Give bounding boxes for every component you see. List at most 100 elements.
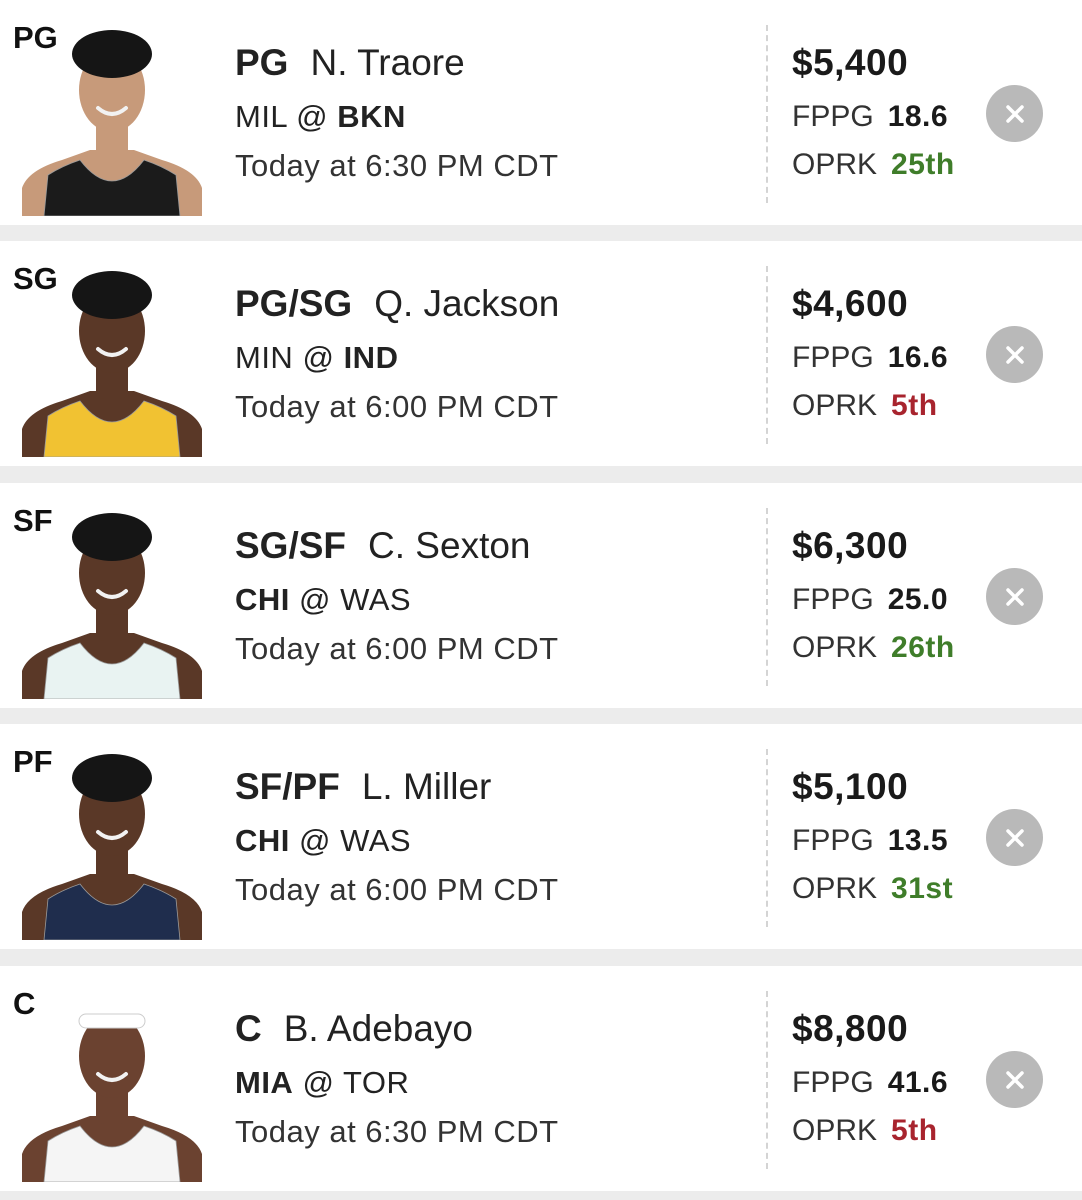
away-team: MIN (235, 340, 294, 375)
fppg-label: FPPG (792, 583, 874, 616)
oprk-value: 5th (891, 389, 938, 422)
oprk-value: 25th (891, 148, 955, 181)
lineup-list: PG PG N. Traore MIL @ BKN Today at 6:30 P… (0, 0, 1082, 1200)
fppg-stat: FPPG 13.5 (792, 824, 948, 858)
remove-player-button[interactable] (986, 326, 1043, 383)
lineup-row-c[interactable]: C C B. Adebayo MIA @ TOR Today at 6:30 PM… (0, 966, 1082, 1191)
matchup: MIN @ IND (235, 340, 398, 376)
close-icon (1005, 345, 1024, 364)
player-photo (22, 493, 202, 699)
away-team: MIA (235, 1065, 294, 1100)
fppg-label: FPPG (792, 1066, 874, 1099)
close-icon (1005, 104, 1024, 123)
fppg-value: 18.6 (887, 100, 949, 133)
away-team: CHI (235, 823, 290, 858)
oprk-label: OPRK (792, 148, 878, 181)
fppg-label: FPPG (792, 824, 874, 857)
remove-player-button[interactable] (986, 809, 1043, 866)
close-icon (1005, 587, 1024, 606)
lineup-row-sf[interactable]: SF SG/SF C. Sexton CHI @ WAS Today at 6:0… (0, 483, 1082, 708)
fppg-value: 41.6 (887, 1066, 949, 1099)
away-team: CHI (235, 582, 290, 617)
at-symbol: @ (296, 99, 329, 134)
game-time: Today at 6:00 PM CDT (235, 631, 559, 666)
oprk-stat: OPRK 31st (792, 872, 953, 906)
salary: $8,800 (792, 1008, 909, 1049)
lineup-row-sg[interactable]: SG PG/SG Q. Jackson MIN @ IND Today at 6:… (0, 241, 1082, 466)
oprk-label: OPRK (792, 389, 878, 422)
player-positions: SG/SF (235, 525, 347, 566)
player-name[interactable]: Q. Jackson (374, 283, 559, 324)
oprk-label: OPRK (792, 631, 878, 664)
fppg-value: 16.6 (887, 341, 949, 374)
remove-player-button[interactable] (986, 85, 1043, 142)
salary: $4,600 (792, 283, 909, 324)
headband (78, 1013, 146, 1029)
player-name[interactable]: L. Miller (362, 766, 492, 807)
fppg-stat: FPPG 16.6 (792, 341, 948, 375)
divider (766, 991, 768, 1169)
divider (766, 749, 768, 927)
fppg-value: 13.5 (887, 824, 949, 857)
player-photo (22, 976, 202, 1182)
player-photo (22, 10, 202, 216)
close-icon (1005, 828, 1024, 847)
fppg-stat: FPPG 18.6 (792, 100, 948, 134)
at-symbol: @ (302, 340, 335, 375)
home-team: BKN (337, 99, 406, 134)
home-team: WAS (340, 823, 412, 858)
player-positions: C (235, 1008, 262, 1049)
lineup-row-pg[interactable]: PG PG N. Traore MIL @ BKN Today at 6:30 P… (0, 0, 1082, 225)
player-photo (22, 734, 202, 940)
salary: $5,400 (792, 42, 909, 83)
at-symbol: @ (302, 1065, 335, 1100)
matchup: CHI @ WAS (235, 582, 411, 618)
at-symbol: @ (299, 823, 331, 858)
fppg-label: FPPG (792, 100, 874, 133)
oprk-value: 5th (891, 1114, 938, 1147)
fppg-stat: FPPG 25.0 (792, 583, 948, 617)
oprk-label: OPRK (792, 872, 878, 905)
player-positions: PG/SG (235, 283, 353, 324)
hair (72, 30, 152, 78)
matchup: CHI @ WAS (235, 823, 411, 859)
player-name[interactable]: C. Sexton (368, 525, 530, 566)
hair (72, 513, 152, 561)
oprk-value: 31st (891, 872, 954, 905)
matchup: MIL @ BKN (235, 99, 406, 135)
divider (766, 25, 768, 203)
close-icon (1005, 1070, 1024, 1089)
game-time: Today at 6:00 PM CDT (235, 872, 559, 907)
at-symbol: @ (299, 582, 331, 617)
player-name[interactable]: N. Traore (310, 42, 464, 83)
home-team: IND (343, 340, 399, 375)
oprk-stat: OPRK 5th (792, 389, 938, 423)
lineup-row-pf[interactable]: PF SF/PF L. Miller CHI @ WAS Today at 6:0… (0, 724, 1082, 949)
player-positions: SF/PF (235, 766, 340, 807)
player-photo (22, 251, 202, 457)
oprk-stat: OPRK 26th (792, 631, 955, 665)
player-name[interactable]: B. Adebayo (284, 1008, 473, 1049)
game-time: Today at 6:30 PM CDT (235, 148, 559, 183)
oprk-stat: OPRK 25th (792, 148, 955, 182)
hair (72, 754, 152, 802)
salary: $6,300 (792, 525, 909, 566)
away-team: MIL (235, 99, 288, 134)
matchup: MIA @ TOR (235, 1065, 409, 1101)
game-time: Today at 6:30 PM CDT (235, 1114, 559, 1149)
remove-player-button[interactable] (986, 568, 1043, 625)
divider (766, 266, 768, 444)
salary: $5,100 (792, 766, 909, 807)
hair (72, 271, 152, 319)
home-team: WAS (340, 582, 412, 617)
home-team: TOR (343, 1065, 410, 1100)
divider (766, 508, 768, 686)
player-positions: PG (235, 42, 289, 83)
oprk-value: 26th (891, 631, 955, 664)
oprk-stat: OPRK 5th (792, 1114, 938, 1148)
remove-player-button[interactable] (986, 1051, 1043, 1108)
fppg-label: FPPG (792, 341, 874, 374)
game-time: Today at 6:00 PM CDT (235, 389, 559, 424)
fppg-stat: FPPG 41.6 (792, 1066, 948, 1100)
oprk-label: OPRK (792, 1114, 878, 1147)
